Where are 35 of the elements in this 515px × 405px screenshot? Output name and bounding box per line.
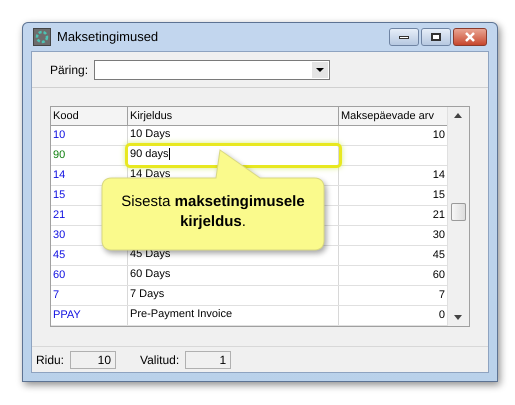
rows-count-field: 10 [70, 350, 116, 368]
days-cell-text: 14 [432, 168, 446, 183]
scroll-down-icon[interactable] [454, 315, 462, 320]
query-label: Päring: [50, 62, 88, 78]
app-icon [33, 28, 51, 46]
description-cell: 60 Days [128, 266, 339, 285]
days-cell-text: 10 [432, 128, 446, 143]
scroll-up-icon[interactable] [454, 113, 462, 118]
query-dropdown[interactable] [94, 60, 330, 80]
days-cell-text: 15 [432, 188, 446, 203]
close-button[interactable] [453, 28, 487, 46]
window-title: Maksetingimused [57, 28, 158, 46]
rows-label: Ridu: [36, 352, 64, 368]
column-header[interactable]: Kirjeldus [128, 107, 339, 125]
column-header[interactable]: Maksepäevade arv [339, 107, 447, 125]
close-icon [464, 32, 476, 42]
minimize-button[interactable] [389, 28, 419, 46]
days-cell-text: 21 [432, 208, 446, 223]
days-cell-text: 7 [438, 288, 446, 303]
description-input[interactable]: 90 days [128, 146, 339, 165]
scrollbar[interactable] [447, 107, 469, 326]
code-cell: 7 [51, 286, 128, 305]
maximize-button[interactable] [421, 28, 451, 46]
days-cell-text: 30 [432, 228, 446, 243]
column-header[interactable]: Kood [51, 107, 128, 125]
description-cell: 7 Days [128, 286, 339, 305]
days-cell-text: 60 [432, 268, 446, 283]
scroll-thumb[interactable] [451, 203, 466, 221]
selected-label: Valitud: [140, 352, 180, 368]
description-cell: Pre-Payment Invoice [128, 306, 339, 325]
days-cell-text: 45 [432, 248, 446, 263]
code-cell: PPAY [51, 306, 128, 325]
code-cell: 60 [51, 266, 128, 285]
days-cell-text: 0 [438, 308, 446, 323]
selected-count-field: 1 [185, 350, 232, 368]
